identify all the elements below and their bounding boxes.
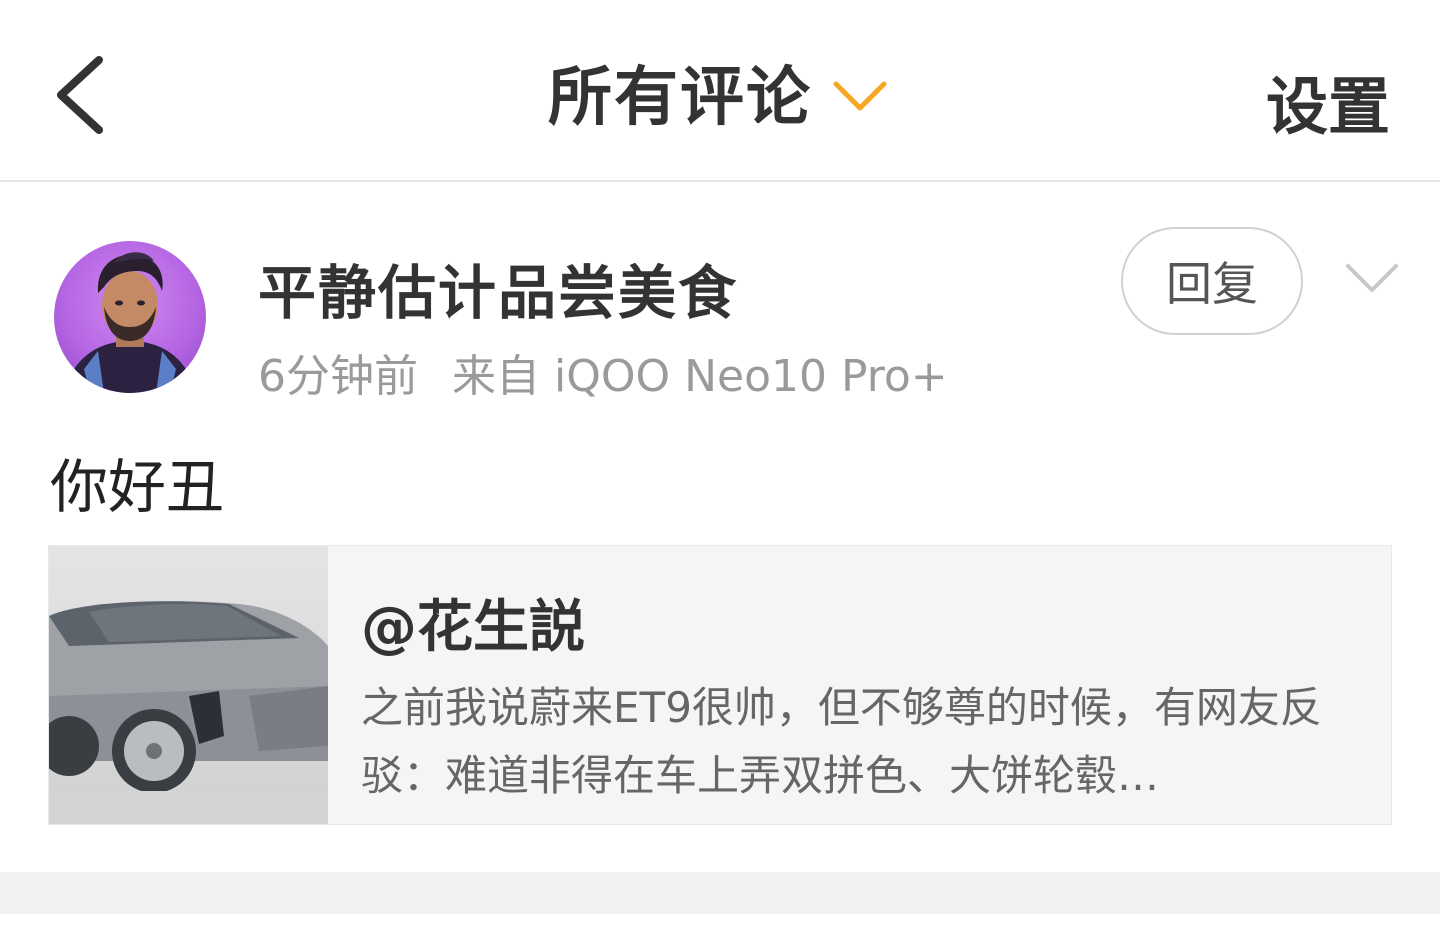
reply-button[interactable]: 回复 [1121,227,1303,335]
comment-source: 来自 iQOO Neo10 Pro+ [452,351,948,402]
comment-meta: 6分钟前 来自 iQOO Neo10 Pro+ [258,340,948,404]
comment-text: 你好丑 [50,453,225,521]
car-image [49,601,328,824]
comment-filter-dropdown[interactable]: 所有评论 [548,52,888,135]
quoted-post-excerpt: 之前我说蔚来ET9很帅，但不够尊的时候，有网友反驳：难道非得在车上弄双拼色、大饼… [361,683,1322,800]
comments-screen: 所有评论 设置 平静估计品尝美食 6分钟前 来自 iQOO Neo10 Pro+… [0,0,1440,928]
settings-button[interactable]: 设置 [1266,56,1390,146]
avatar[interactable] [54,241,206,393]
quoted-post-card[interactable]: @花生説 之前我说蔚来ET9很帅，但不够尊的时候，有网友反驳：难道非得在车上弄双… [48,545,1392,825]
section-divider [0,872,1440,914]
back-button[interactable] [44,50,114,140]
chevron-down-icon [832,76,888,116]
top-nav-bar: 所有评论 设置 [0,0,1440,182]
avatar-image [64,252,196,393]
chevron-down-icon [1346,264,1398,292]
page-title: 所有评论 [548,61,812,135]
comment-more-button[interactable] [1340,256,1404,300]
comment-time: 6分钟前 [258,351,418,402]
comment-username[interactable]: 平静估计品尝美食 [258,246,738,330]
quoted-post-author: @花生説 [361,595,585,660]
post-thumbnail [49,546,328,824]
chevron-left-icon [57,56,103,134]
